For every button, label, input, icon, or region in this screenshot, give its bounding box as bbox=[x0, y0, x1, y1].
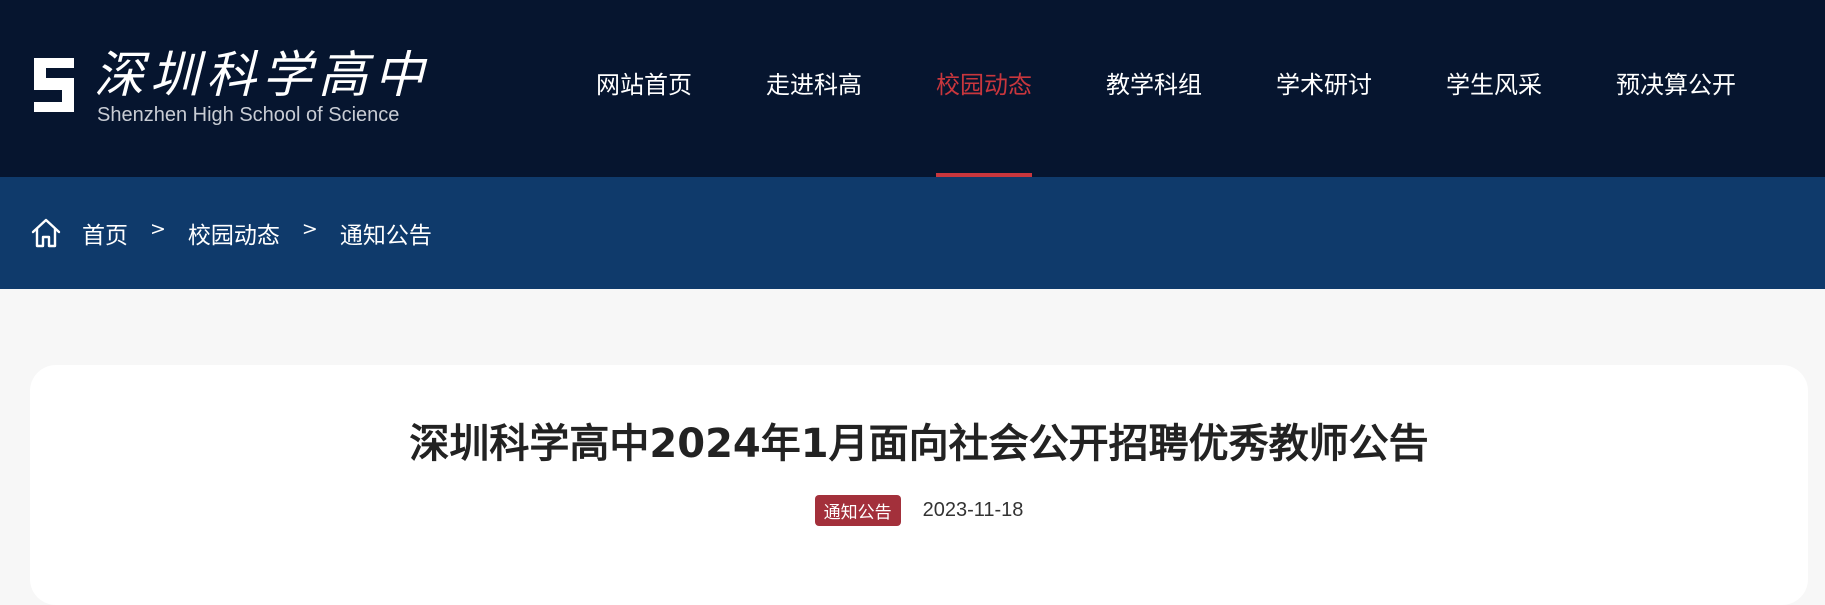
nav-item-academic-research[interactable]: 学术研讨 bbox=[1276, 0, 1372, 177]
site-logo[interactable]: 深圳科学高中 Shenzhen High School of Science bbox=[30, 48, 430, 128]
home-icon[interactable] bbox=[30, 217, 62, 249]
breadcrumb-bar: 首页 > 校园动态 > 通知公告 bbox=[0, 177, 1825, 289]
breadcrumb-separator: > bbox=[301, 218, 318, 240]
nav-item-teaching-groups[interactable]: 教学科组 bbox=[1106, 0, 1202, 177]
nav-item-home[interactable]: 网站首页 bbox=[596, 0, 692, 177]
main-nav: 网站首页 走进科高 校园动态 教学科组 学术研讨 学生风采 预决算公开 bbox=[596, 0, 1736, 177]
breadcrumb: 首页 > 校园动态 > 通知公告 bbox=[30, 177, 432, 289]
breadcrumb-item-notices[interactable]: 通知公告 bbox=[340, 216, 432, 250]
nav-item-campus-news[interactable]: 校园动态 bbox=[936, 0, 1032, 177]
article-card: 深圳科学高中2024年1月面向社会公开招聘优秀教师公告 通知公告 2023-11… bbox=[30, 365, 1808, 605]
site-header: 深圳科学高中 Shenzhen High School of Science 网… bbox=[0, 0, 1825, 177]
s-emblem-icon bbox=[34, 58, 74, 112]
category-badge[interactable]: 通知公告 bbox=[814, 495, 901, 526]
breadcrumb-item-home[interactable]: 首页 bbox=[82, 216, 128, 250]
breadcrumb-separator: > bbox=[150, 218, 166, 240]
nav-item-budget-disclosure[interactable]: 预决算公开 bbox=[1616, 0, 1736, 177]
breadcrumb-item-campus-news[interactable]: 校园动态 bbox=[188, 216, 280, 250]
nav-item-student-life[interactable]: 学生风采 bbox=[1446, 0, 1542, 177]
publish-date: 2023-11-18 bbox=[922, 499, 1024, 521]
article-meta: 通知公告 2023-11-18 bbox=[30, 495, 1808, 526]
logo-chinese-name: 深圳科学高中 bbox=[94, 46, 430, 104]
nav-item-about[interactable]: 走进科高 bbox=[766, 0, 862, 177]
article-title: 深圳科学高中2024年1月面向社会公开招聘优秀教师公告 bbox=[409, 421, 1429, 467]
logo-english-name: Shenzhen High School of Science bbox=[97, 104, 400, 126]
